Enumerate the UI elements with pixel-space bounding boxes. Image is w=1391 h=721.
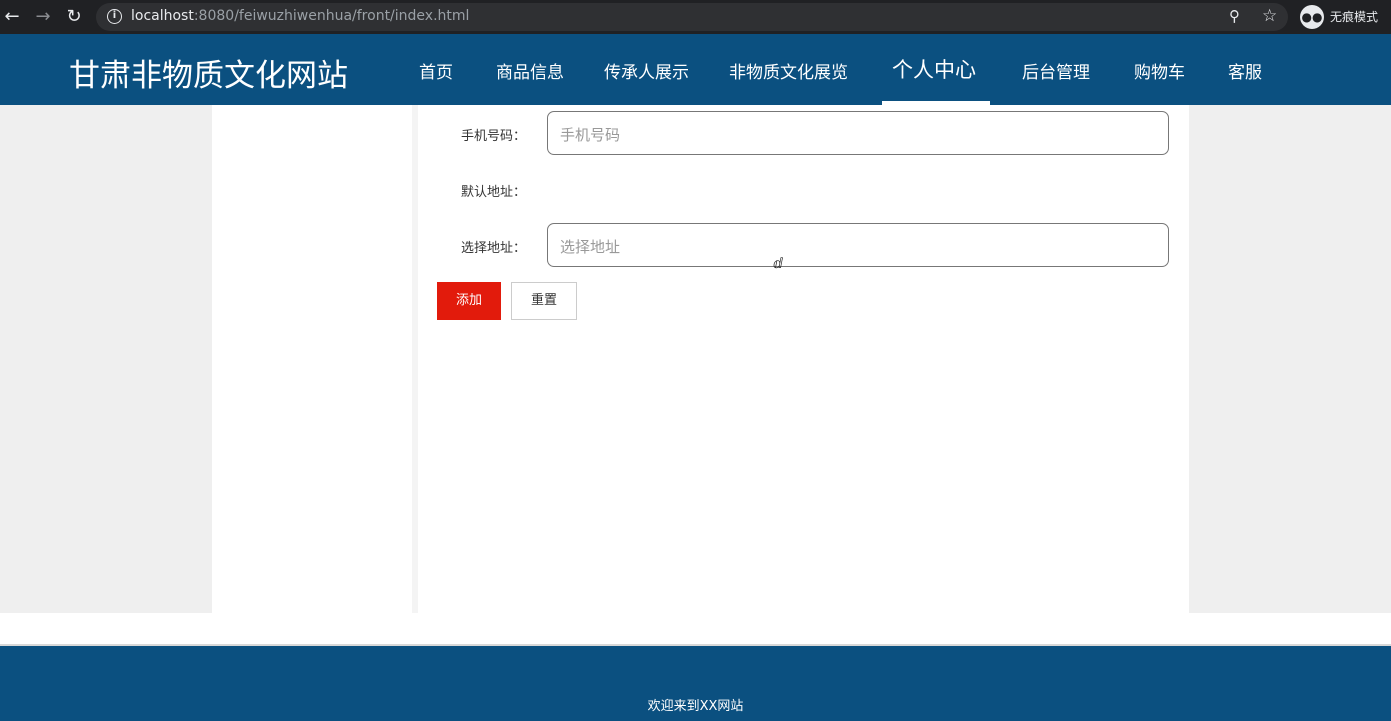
phone-input[interactable]: 手机号码 [547,111,1169,155]
url-path: :8080/feiwuzhiwenhua/front/index.html [193,8,470,24]
site-footer: 欢迎来到XX网站 [0,646,1391,721]
nav-home[interactable]: 首页 [419,58,453,83]
nav-products[interactable]: 商品信息 [496,58,564,83]
phone-label: 手机号码： [461,129,527,144]
footer-separator [0,613,1391,646]
incognito-label: 无痕模式 [1330,10,1379,24]
default-address-label: 默认地址： [461,185,527,200]
nav-cart[interactable]: 购物车 [1134,58,1185,83]
forward-arrow-icon[interactable]: → [31,5,55,29]
select-address-input[interactable]: 选择地址 [547,223,1169,267]
reset-button[interactable]: 重置 [511,282,577,320]
incognito-icon: ●● [1300,5,1324,29]
back-arrow-icon[interactable]: ← [0,5,24,29]
add-button[interactable]: 添加 [437,282,501,320]
url-text[interactable]: localhost:8080/feiwuzhiwenhua/front/inde… [131,8,469,24]
select-address-label: 选择地址： [461,241,527,256]
text-cursor-icon: ⅆ [773,256,783,272]
phone-placeholder: 手机号码 [560,126,621,144]
browser-toolbar: ← → ↻ i localhost:8080/feiwuzhiwenhua/fr… [0,0,1391,34]
nav-customer-service[interactable]: 客服 [1228,58,1262,83]
select-address-placeholder: 选择地址 [560,238,621,256]
site-header: 甘肃非物质文化网站 首页 商品信息 传承人展示 非物质文化展览 个人中心 后台管… [0,34,1391,105]
nav-inheritors[interactable]: 传承人展示 [604,58,689,83]
key-icon[interactable]: ⚲ [1229,7,1240,25]
footer-text: 欢迎来到XX网站 [647,699,744,714]
star-icon[interactable]: ☆ [1262,6,1277,26]
address-bar[interactable]: i localhost:8080/feiwuzhiwenhua/front/in… [96,3,1288,31]
url-host: localhost [131,8,194,24]
info-icon[interactable]: i [107,9,122,24]
nav-admin[interactable]: 后台管理 [1022,58,1090,83]
nav-personal-center[interactable]: 个人中心 [892,54,976,84]
address-form-panel [418,105,1189,613]
site-title[interactable]: 甘肃非物质文化网站 [69,50,348,95]
sidebar-panel [212,105,412,613]
nav-exhibition[interactable]: 非物质文化展览 [729,58,848,83]
reload-icon[interactable]: ↻ [62,5,86,29]
